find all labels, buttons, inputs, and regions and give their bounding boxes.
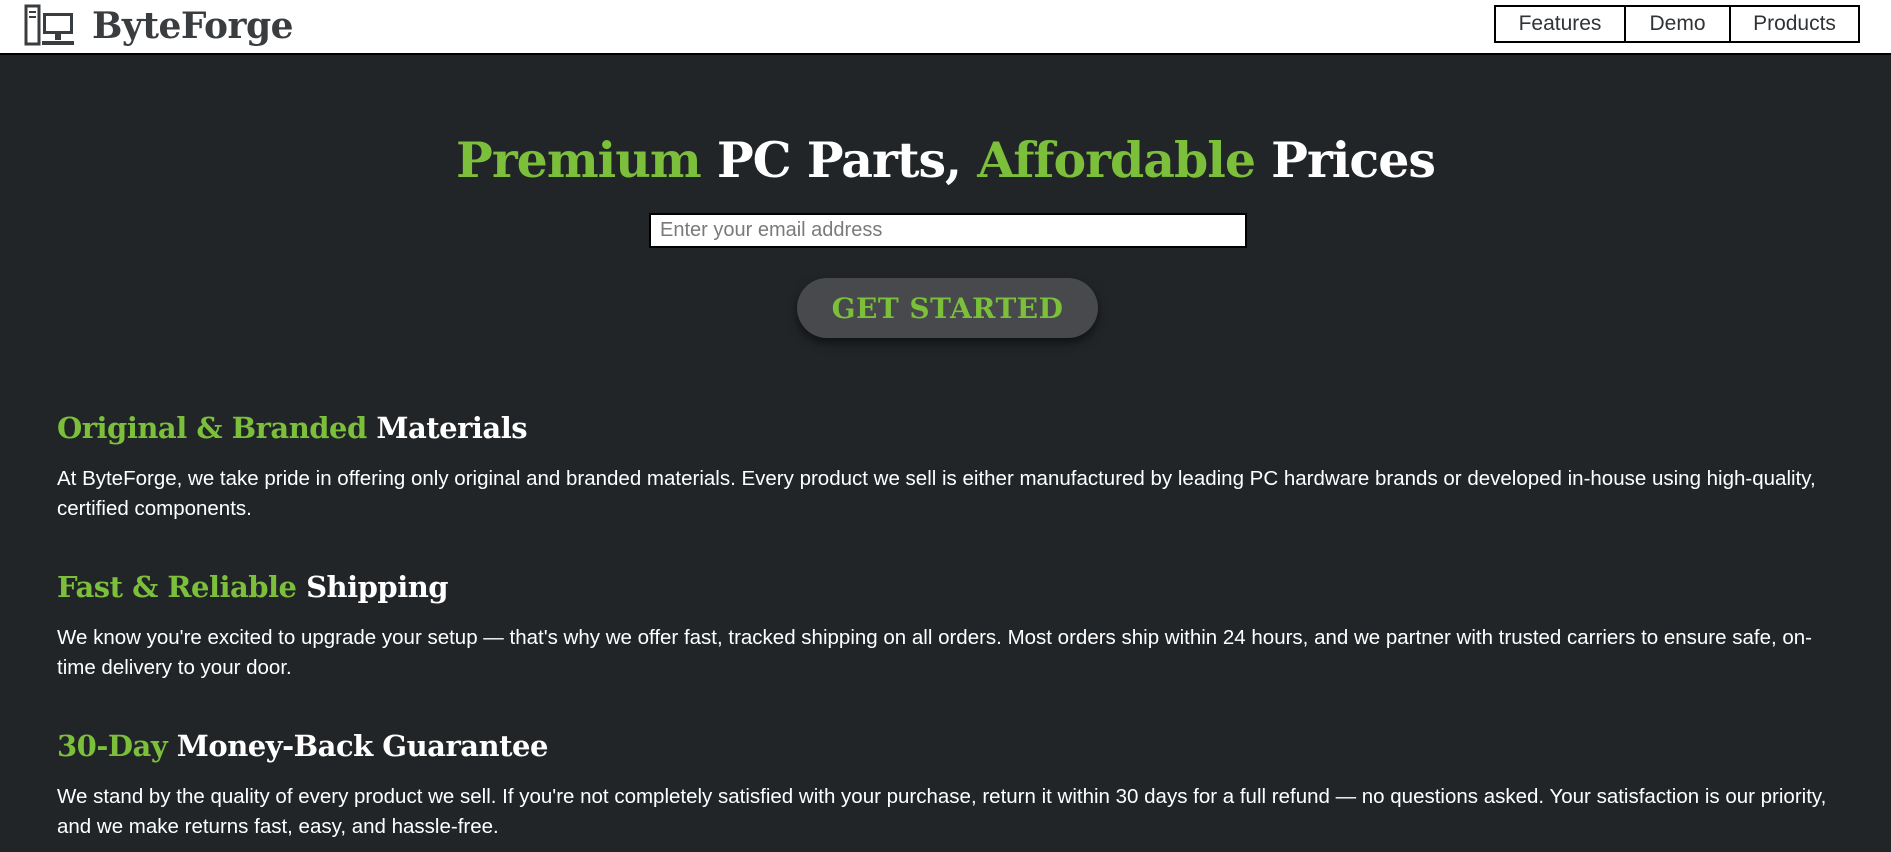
desktop-computer-icon bbox=[24, 4, 74, 46]
hero-title-pc-parts: PC Parts, bbox=[700, 131, 978, 189]
get-started-button[interactable]: GET STARTED bbox=[797, 278, 1098, 338]
site-header: ByteForge Features Demo Products bbox=[0, 0, 1891, 55]
hero-title-prices: Prices bbox=[1255, 131, 1436, 189]
main-nav: Features Demo Products bbox=[1494, 5, 1860, 43]
feature-description: At ByteForge, we take pride in offering … bbox=[57, 467, 1816, 520]
hero-title-highlight-premium: Premium bbox=[456, 131, 702, 189]
feature-title: Original & Branded Materials bbox=[57, 408, 1837, 448]
feature-title-highlight: Fast & Reliable bbox=[57, 570, 297, 604]
nav-link-features[interactable]: Features bbox=[1496, 7, 1624, 41]
feature-original-branded: Original & Branded Materials At ByteForg… bbox=[57, 408, 1837, 524]
feature-title-highlight: 30-Day bbox=[57, 729, 168, 763]
feature-money-back-guarantee: 30-Day Money-Back Guarantee We stand by … bbox=[57, 726, 1837, 842]
feature-title-rest: Shipping bbox=[296, 570, 449, 604]
nav-link-demo[interactable]: Demo bbox=[1624, 7, 1729, 41]
feature-title-rest: Money-Back Guarantee bbox=[167, 729, 549, 763]
brand-logo[interactable]: ByteForge bbox=[24, 4, 294, 48]
nav-link-products[interactable]: Products bbox=[1729, 7, 1858, 41]
feature-title: Fast & Reliable Shipping bbox=[57, 567, 1837, 607]
hero-title: Premium PC Parts, Affordable Prices bbox=[0, 128, 1891, 192]
feature-title: 30-Day Money-Back Guarantee bbox=[57, 726, 1837, 766]
feature-description: We know you're excited to upgrade your s… bbox=[57, 626, 1813, 679]
brand-name: ByteForge bbox=[92, 5, 294, 47]
hero-title-highlight-affordable: Affordable bbox=[977, 131, 1256, 189]
feature-title-rest: Materials bbox=[366, 411, 528, 445]
feature-title-highlight: Original & Branded bbox=[57, 411, 367, 445]
email-input[interactable] bbox=[649, 213, 1247, 248]
feature-description: We stand by the quality of every product… bbox=[57, 785, 1827, 838]
feature-fast-shipping: Fast & Reliable Shipping We know you're … bbox=[57, 567, 1837, 683]
